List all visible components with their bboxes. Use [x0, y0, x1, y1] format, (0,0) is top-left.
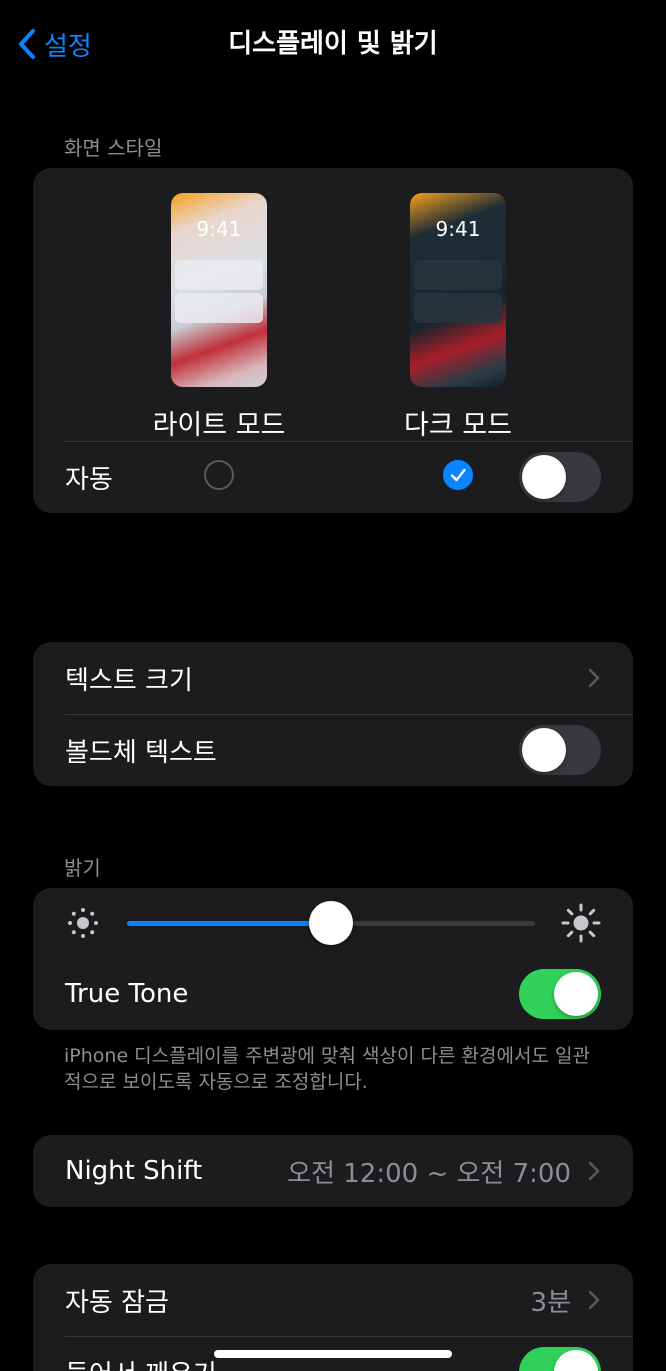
auto-lock-value: 3분	[530, 1287, 571, 1318]
brightness-group: True Tone	[33, 888, 633, 1030]
chevron-right-icon	[588, 668, 600, 688]
chevron-right-icon	[588, 1161, 600, 1181]
automatic-row: 자동	[33, 441, 633, 513]
preview-time: 9:41	[196, 217, 242, 241]
brightness-header: 밝기	[64, 856, 101, 880]
night-shift-group: Night Shift 오전 12:00 ~ 오전 7:00	[33, 1135, 633, 1207]
light-mode-label: 라이트 모드	[152, 410, 286, 441]
bold-text-toggle[interactable]	[519, 725, 601, 775]
preview-notification	[175, 293, 263, 323]
automatic-label: 자동	[65, 464, 113, 495]
toggle-knob	[522, 455, 566, 499]
night-shift-row[interactable]: Night Shift 오전 12:00 ~ 오전 7:00	[33, 1135, 633, 1207]
toggle-knob	[522, 728, 566, 772]
home-indicator	[214, 1350, 452, 1358]
preview-notification	[414, 293, 502, 323]
text-group: 텍스트 크기 볼드체 텍스트	[33, 642, 633, 786]
dark-mode-preview: 9:41	[410, 193, 506, 387]
brightness-slider-row	[33, 888, 633, 958]
true-tone-label: True Tone	[65, 979, 189, 1009]
chevron-right-icon	[588, 1290, 600, 1310]
true-tone-row: True Tone	[33, 958, 633, 1030]
bold-text-label: 볼드체 텍스트	[65, 737, 217, 768]
brightness-slider[interactable]	[127, 901, 535, 945]
brightness-slider-thumb[interactable]	[309, 901, 353, 945]
night-shift-label: Night Shift	[65, 1156, 203, 1186]
sun-large-icon	[561, 903, 601, 943]
toggle-knob	[554, 1350, 598, 1371]
navigation-bar: 설정 디스플레이 및 밝기	[0, 0, 666, 88]
true-tone-toggle[interactable]	[519, 969, 601, 1019]
back-label: 설정	[44, 31, 92, 62]
toggle-knob	[554, 972, 598, 1016]
auto-lock-label: 자동 잠금	[65, 1287, 169, 1318]
page-title: 디스플레이 및 밝기	[228, 29, 438, 59]
brightness-slider-fill	[127, 920, 331, 926]
true-tone-footnote: iPhone 디스플레이를 주변광에 맞춰 색상이 다른 환경에서도 일관적으로…	[64, 1045, 590, 1093]
preview-time: 9:41	[435, 217, 481, 241]
auto-lock-row[interactable]: 자동 잠금 3분	[33, 1264, 633, 1336]
chevron-left-icon	[19, 29, 35, 59]
back-button[interactable]: 설정	[18, 24, 92, 64]
preview-notification	[175, 260, 263, 290]
bold-text-row: 볼드체 텍스트	[33, 714, 633, 786]
night-shift-schedule: 오전 12:00 ~ 오전 7:00	[287, 1158, 571, 1189]
appearance-group: 9:41 라이트 모드 9:41 다크 모드 자동	[33, 168, 633, 513]
appearance-header: 화면 스타일	[64, 136, 163, 160]
raise-to-wake-toggle[interactable]	[519, 1347, 601, 1371]
text-size-row[interactable]: 텍스트 크기	[33, 642, 633, 714]
dark-mode-label: 다크 모드	[404, 410, 512, 441]
light-mode-preview: 9:41	[171, 193, 267, 387]
automatic-toggle[interactable]	[519, 452, 601, 502]
preview-notification	[414, 260, 502, 290]
sun-small-icon	[68, 908, 98, 938]
raise-to-wake-label: 들어서 깨우기	[65, 1354, 217, 1371]
text-size-label: 텍스트 크기	[65, 665, 193, 696]
